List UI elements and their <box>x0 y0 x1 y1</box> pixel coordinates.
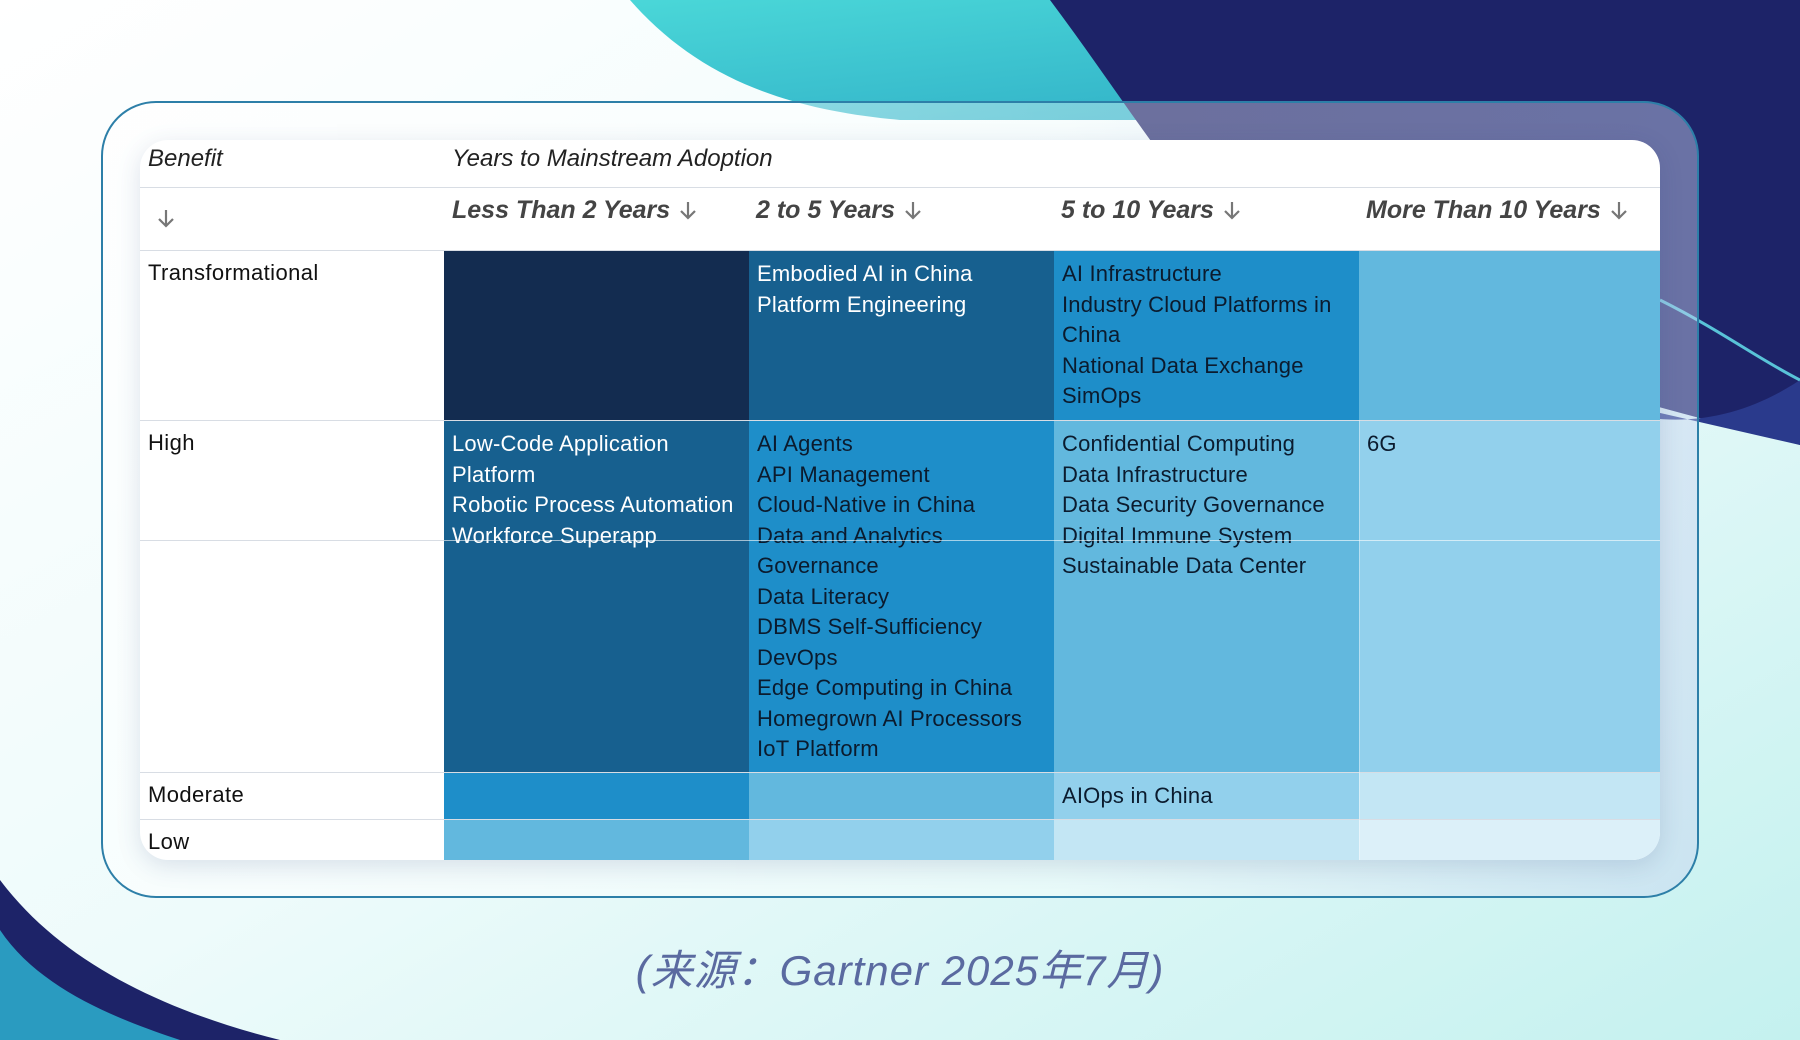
matrix-cell-low-5to10 <box>1054 820 1359 860</box>
technology-item[interactable]: Industry Cloud Platforms in China <box>1062 290 1351 351</box>
row-label-moderate: Moderate <box>148 782 245 807</box>
technology-item[interactable]: Edge Computing in China <box>757 673 1046 704</box>
technology-item[interactable]: SimOps <box>1062 381 1351 412</box>
years-header: Years to Mainstream Adoption <box>452 145 773 172</box>
column-header-label: Less Than 2 Years <box>452 196 671 224</box>
column-divider <box>1359 420 1360 860</box>
row-divider <box>444 540 1660 541</box>
technology-item[interactable]: National Data Exchange <box>1062 351 1351 382</box>
technology-item[interactable]: Data and Analytics Governance <box>757 521 1046 582</box>
matrix-cell-transformational-gt10 <box>1359 251 1660 420</box>
technology-item[interactable]: Robotic Process Automation <box>452 490 741 521</box>
technology-item[interactable]: Data Security Governance <box>1062 490 1351 521</box>
technology-item[interactable]: Platform Engineering <box>757 290 1046 321</box>
technology-item[interactable]: Embodied AI in China <box>757 259 1046 290</box>
column-header-label: 5 to 10 Years <box>1061 196 1214 224</box>
technology-item[interactable]: Workforce Superapp <box>452 521 741 552</box>
column-header-label: 2 to 5 Years <box>756 196 895 224</box>
technology-item[interactable]: Confidential Computing <box>1062 429 1351 460</box>
technology-item[interactable]: AI Agents <box>757 429 1046 460</box>
column-header-more-than-10[interactable]: More Than 10 Years <box>1366 196 1629 225</box>
matrix-cell-transformational-5to10: AI Infrastructure Industry Cloud Platfor… <box>1054 251 1359 420</box>
priority-matrix-table: Benefit Years to Mainstream Adoption Les… <box>140 140 1660 860</box>
technology-item[interactable]: AI Infrastructure <box>1062 259 1351 290</box>
technology-item[interactable]: Cloud-Native in China <box>757 490 1046 521</box>
matrix-cell-high-2to5: AI Agents API Management Cloud-Native in… <box>749 421 1054 772</box>
technology-item[interactable]: AIOps in China <box>1062 781 1351 812</box>
matrix-cell-moderate-2to5 <box>749 773 1054 819</box>
matrix-cell-moderate-lt2 <box>444 773 749 819</box>
matrix-cell-moderate-5to10: AIOps in China <box>1054 773 1359 819</box>
matrix-cell-low-2to5 <box>749 820 1054 860</box>
technology-item[interactable]: Low-Code Application Platform <box>452 429 741 490</box>
row-divider <box>140 540 444 541</box>
arrow-down-icon <box>1224 201 1240 220</box>
matrix-cell-low-gt10 <box>1359 820 1660 860</box>
column-header-2-to-5[interactable]: 2 to 5 Years <box>756 196 923 225</box>
arrow-down-icon <box>680 201 696 220</box>
matrix-cell-low-lt2 <box>444 820 749 860</box>
technology-item[interactable]: API Management <box>757 460 1046 491</box>
matrix-cell-transformational-lt2 <box>444 251 749 420</box>
row-label-high: High <box>148 430 195 455</box>
technology-item[interactable]: Sustainable Data Center <box>1062 551 1351 582</box>
technology-item[interactable]: DBMS Self-Sufficiency <box>757 612 1046 643</box>
column-header-less-than-2[interactable]: Less Than 2 Years <box>452 196 698 225</box>
matrix-cell-high-5to10: Confidential Computing Data Infrastructu… <box>1054 421 1359 772</box>
arrow-down-icon <box>1611 201 1627 220</box>
matrix-cell-moderate-gt10 <box>1359 773 1660 819</box>
technology-item[interactable]: Data Infrastructure <box>1062 460 1351 491</box>
source-caption: (来源：Gartner 2025年7月) <box>635 947 1165 994</box>
technology-item[interactable]: 6G <box>1367 429 1652 460</box>
matrix-cell-high-gt10: 6G <box>1359 421 1660 772</box>
header-divider <box>140 187 1660 188</box>
technology-item[interactable]: Digital Immune System <box>1062 521 1351 552</box>
technology-item[interactable]: Data Literacy <box>757 582 1046 613</box>
arrow-down-icon[interactable] <box>156 208 176 235</box>
row-label-transformational: Transformational <box>148 260 319 285</box>
technology-item[interactable]: DevOps <box>757 643 1046 674</box>
technology-item[interactable]: IoT Platform <box>757 734 1046 765</box>
column-header-5-to-10[interactable]: 5 to 10 Years <box>1061 196 1242 225</box>
column-header-label: More Than 10 Years <box>1366 196 1601 224</box>
arrow-down-icon <box>905 201 921 220</box>
matrix-cell-transformational-2to5: Embodied AI in China Platform Engineerin… <box>749 251 1054 420</box>
matrix-cell-high-lt2: Low-Code Application Platform Robotic Pr… <box>444 421 749 772</box>
technology-item[interactable]: Homegrown AI Processors <box>757 704 1046 735</box>
benefit-header: Benefit <box>148 145 223 172</box>
row-label-low: Low <box>148 829 190 854</box>
